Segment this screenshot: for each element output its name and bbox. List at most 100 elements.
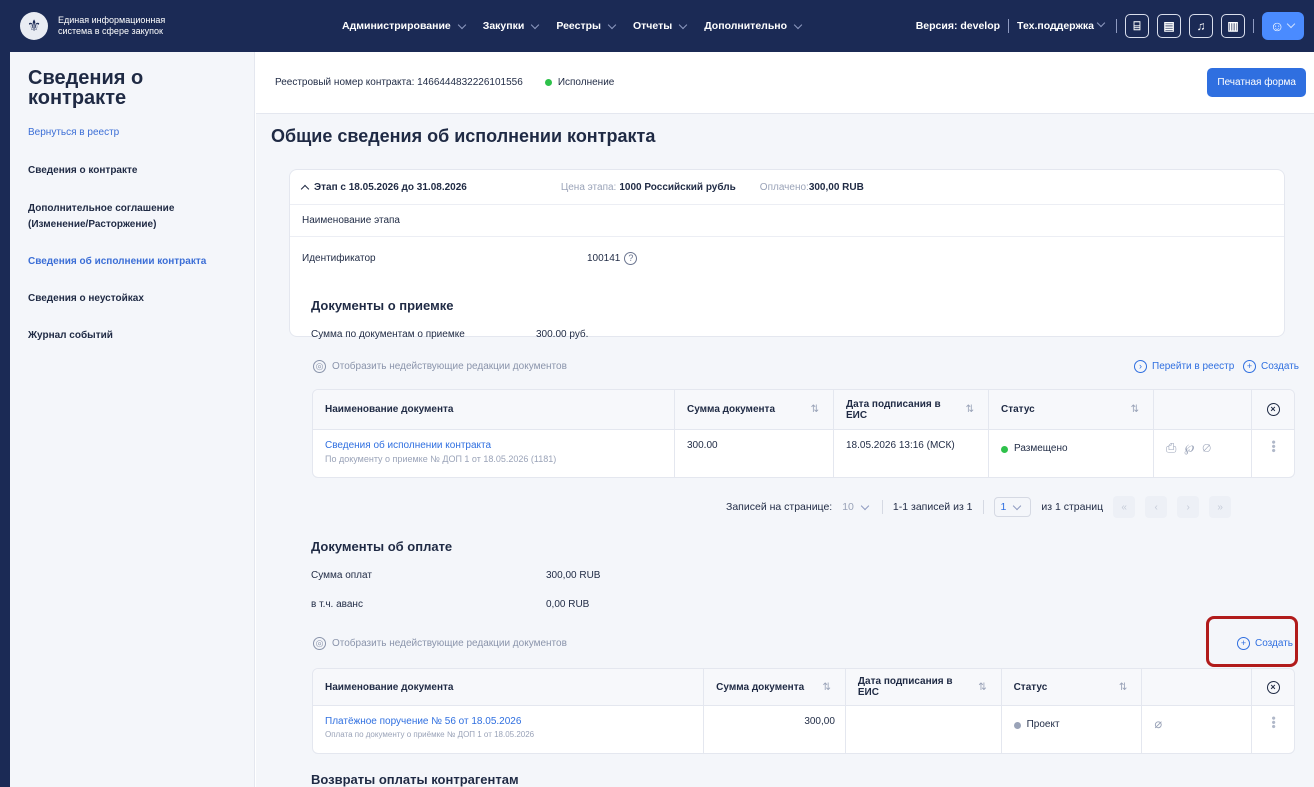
chevron-down-icon bbox=[607, 20, 617, 29]
column-label: Наименование документа bbox=[325, 681, 454, 693]
col-doc-sum[interactable]: Сумма документа ⇅ bbox=[675, 390, 834, 429]
back-to-registry-link[interactable]: Вернуться в реестр bbox=[28, 127, 254, 138]
nav-reports[interactable]: Отчеты bbox=[633, 20, 690, 32]
document-link[interactable]: Сведения об исполнении контракта bbox=[325, 440, 491, 451]
nav-additional[interactable]: Дополнительно bbox=[704, 20, 805, 32]
status-text: Исполнение bbox=[557, 77, 615, 88]
page-title: Общие сведения об исполнении контракта bbox=[271, 126, 656, 146]
status-dot bbox=[544, 79, 552, 86]
stage-price-label: Цена этапа: bbox=[560, 181, 617, 193]
show-inactive-payment[interactable]: ◎ Отобразить недействующие редакции доку… bbox=[313, 637, 567, 650]
nav-purchases[interactable]: Закупки bbox=[483, 20, 543, 32]
close-columns-icon[interactable]: × bbox=[1252, 669, 1294, 705]
book-icon[interactable]: ▥ bbox=[1221, 14, 1245, 38]
table-row: Сведения об исполнении контракта По доку… bbox=[313, 430, 1294, 477]
column-label: Дата подписания в ЕИС bbox=[846, 398, 941, 421]
stage-name-label: Наименование этапа bbox=[302, 215, 400, 226]
contract-header: Реестровый номер контракта: 146644483222… bbox=[256, 52, 1314, 114]
chevron-down-icon bbox=[793, 20, 803, 29]
last-page-button[interactable]: » bbox=[1209, 496, 1232, 518]
col-sign-date[interactable]: Дата подписания в ЕИС ⇅ bbox=[846, 669, 1002, 705]
support-menu[interactable]: Тех.поддержка bbox=[1017, 18, 1108, 32]
column-label: Статус bbox=[1001, 404, 1035, 415]
divider bbox=[1116, 19, 1117, 33]
top-navigation-bar: ⚜ Единая информационная система в сфере … bbox=[0, 0, 1314, 52]
row-doc-sum: 300.00 bbox=[675, 430, 834, 477]
acceptance-sum-label: Сумма по документам о приемке bbox=[311, 329, 465, 340]
arrow-right-icon: › bbox=[1134, 360, 1147, 373]
calendar-icon[interactable]: ▤ bbox=[1157, 14, 1181, 38]
first-page-button[interactable]: « bbox=[1113, 496, 1136, 518]
col-status[interactable]: Статус ⇅ bbox=[989, 390, 1154, 429]
goto-registry-link[interactable]: › Перейти в реестр bbox=[1134, 360, 1234, 373]
logo[interactable]: ⚜ Единая информационная система в сфере … bbox=[20, 12, 280, 40]
sort-icon: ⇅ bbox=[978, 681, 987, 693]
eye-icon: ◎ bbox=[313, 637, 326, 650]
page-value: 1 bbox=[1000, 501, 1007, 513]
col-doc-name[interactable]: Наименование документа bbox=[313, 390, 675, 429]
bell-icon[interactable]: ♫ bbox=[1189, 14, 1213, 38]
acceptance-sum-value: 300.00 руб. bbox=[536, 329, 589, 340]
col-sign-date[interactable]: Дата подписания в ЕИС ⇅ bbox=[834, 390, 989, 429]
row-menu[interactable]: ••• bbox=[1252, 706, 1294, 753]
page-select[interactable]: 1 bbox=[993, 497, 1032, 517]
sidebar-item-contract-info[interactable]: Сведения о контракте bbox=[28, 163, 254, 179]
sidebar-item-supplementary-agreement[interactable]: Дополнительное соглашение (Изменение/Рас… bbox=[28, 201, 208, 233]
create-acceptance-button[interactable]: + Создать bbox=[1243, 360, 1299, 373]
top-right-controls: Версия: develop Тех.поддержка ⌸ ▤ ♫ ▥ ☺ bbox=[916, 0, 1304, 52]
row-doc-name: Сведения об исполнении контракта По доку… bbox=[313, 430, 675, 477]
create-label: Создать bbox=[1261, 361, 1300, 372]
next-page-button[interactable]: › bbox=[1177, 496, 1200, 518]
col-doc-sum[interactable]: Сумма документа ⇅ bbox=[704, 669, 846, 705]
document-subtitle: По документу о приемке № ДОП 1 от 18.05.… bbox=[325, 454, 557, 464]
sidebar-item-execution-info[interactable]: Сведения об исполнении контракта bbox=[28, 254, 254, 270]
acceptance-table: Наименование документа Сумма документа ⇅ … bbox=[312, 389, 1295, 478]
logo-line-2: система в сфере закупок bbox=[58, 26, 163, 36]
row-actions: ⌀ bbox=[1142, 706, 1253, 753]
pagination: Записей на странице: 10 1-1 записей из 1… bbox=[726, 496, 1232, 518]
per-page-label: Записей на странице: bbox=[726, 501, 833, 513]
payment-sum-label: Сумма оплат bbox=[311, 570, 372, 581]
stage-price-value: 1000 Российский рубль bbox=[619, 181, 736, 193]
document-link[interactable]: Платёжное поручение № 56 от 18.05.2026 bbox=[325, 716, 521, 727]
refunds-section-title: Возвраты оплаты контрагентам bbox=[311, 772, 519, 787]
col-status[interactable]: Статус ⇅ bbox=[1002, 669, 1143, 705]
nav-administration[interactable]: Администрирование bbox=[342, 20, 469, 32]
nav-registries[interactable]: Реестры bbox=[556, 20, 619, 32]
table-row: Платёжное поручение № 56 от 18.05.2026 О… bbox=[313, 706, 1294, 753]
per-page-select[interactable]: 10 bbox=[842, 501, 872, 513]
close-columns-icon[interactable]: × bbox=[1252, 390, 1294, 429]
user-menu-button[interactable]: ☺ bbox=[1262, 12, 1304, 40]
plus-icon: + bbox=[1243, 360, 1256, 373]
signature-icon[interactable]: ℘ bbox=[1184, 440, 1202, 455]
divider bbox=[1008, 19, 1010, 33]
prev-page-button[interactable]: ‹ bbox=[1145, 496, 1168, 518]
chevron-down-icon bbox=[860, 501, 870, 510]
print-form-button[interactable]: Печатная форма bbox=[1207, 68, 1306, 97]
goto-registry-label: Перейти в реестр bbox=[1152, 361, 1235, 372]
stage-header[interactable]: Этап с 18.05.2026 до 31.08.2026 Цена эта… bbox=[290, 170, 1284, 205]
col-doc-name[interactable]: Наименование документа bbox=[313, 669, 705, 705]
print-icon[interactable]: ⎙ bbox=[1166, 440, 1184, 455]
status-badge: Исполнение bbox=[544, 77, 615, 88]
nav-label: Дополнительно bbox=[704, 20, 788, 32]
attachment-icon[interactable]: ⌀ bbox=[1202, 440, 1219, 455]
chevron-down-icon bbox=[1286, 19, 1296, 29]
attachment-icon[interactable]: ⌀ bbox=[1154, 716, 1170, 732]
status-text: Размещено bbox=[1014, 443, 1068, 454]
sidebar-item-event-log[interactable]: Журнал событий bbox=[28, 328, 254, 344]
document-subtitle: Оплата по документу о приёмке № ДОП 1 от… bbox=[325, 730, 535, 739]
sidebar-item-penalties[interactable]: Сведения о неустойках bbox=[28, 291, 254, 307]
user-icon: ☺ bbox=[1270, 18, 1285, 34]
close-icon: × bbox=[1266, 403, 1280, 416]
stage-id-row: Идентификатор 100141 ? bbox=[290, 237, 1284, 279]
stage-id-value: 100141 bbox=[587, 252, 621, 264]
kebab-menu-icon: ••• bbox=[1266, 716, 1281, 729]
show-inactive-acceptance[interactable]: ◎ Отобразить недействующие редакции доку… bbox=[313, 360, 567, 373]
row-menu[interactable]: ••• bbox=[1252, 430, 1294, 477]
row-status: Размещено bbox=[989, 430, 1154, 477]
chevron-down-icon bbox=[457, 20, 466, 29]
help-icon[interactable]: ? bbox=[624, 251, 638, 265]
table-header: Наименование документа Сумма документа ⇅ … bbox=[313, 669, 1294, 706]
structure-icon[interactable]: ⌸ bbox=[1125, 14, 1149, 38]
